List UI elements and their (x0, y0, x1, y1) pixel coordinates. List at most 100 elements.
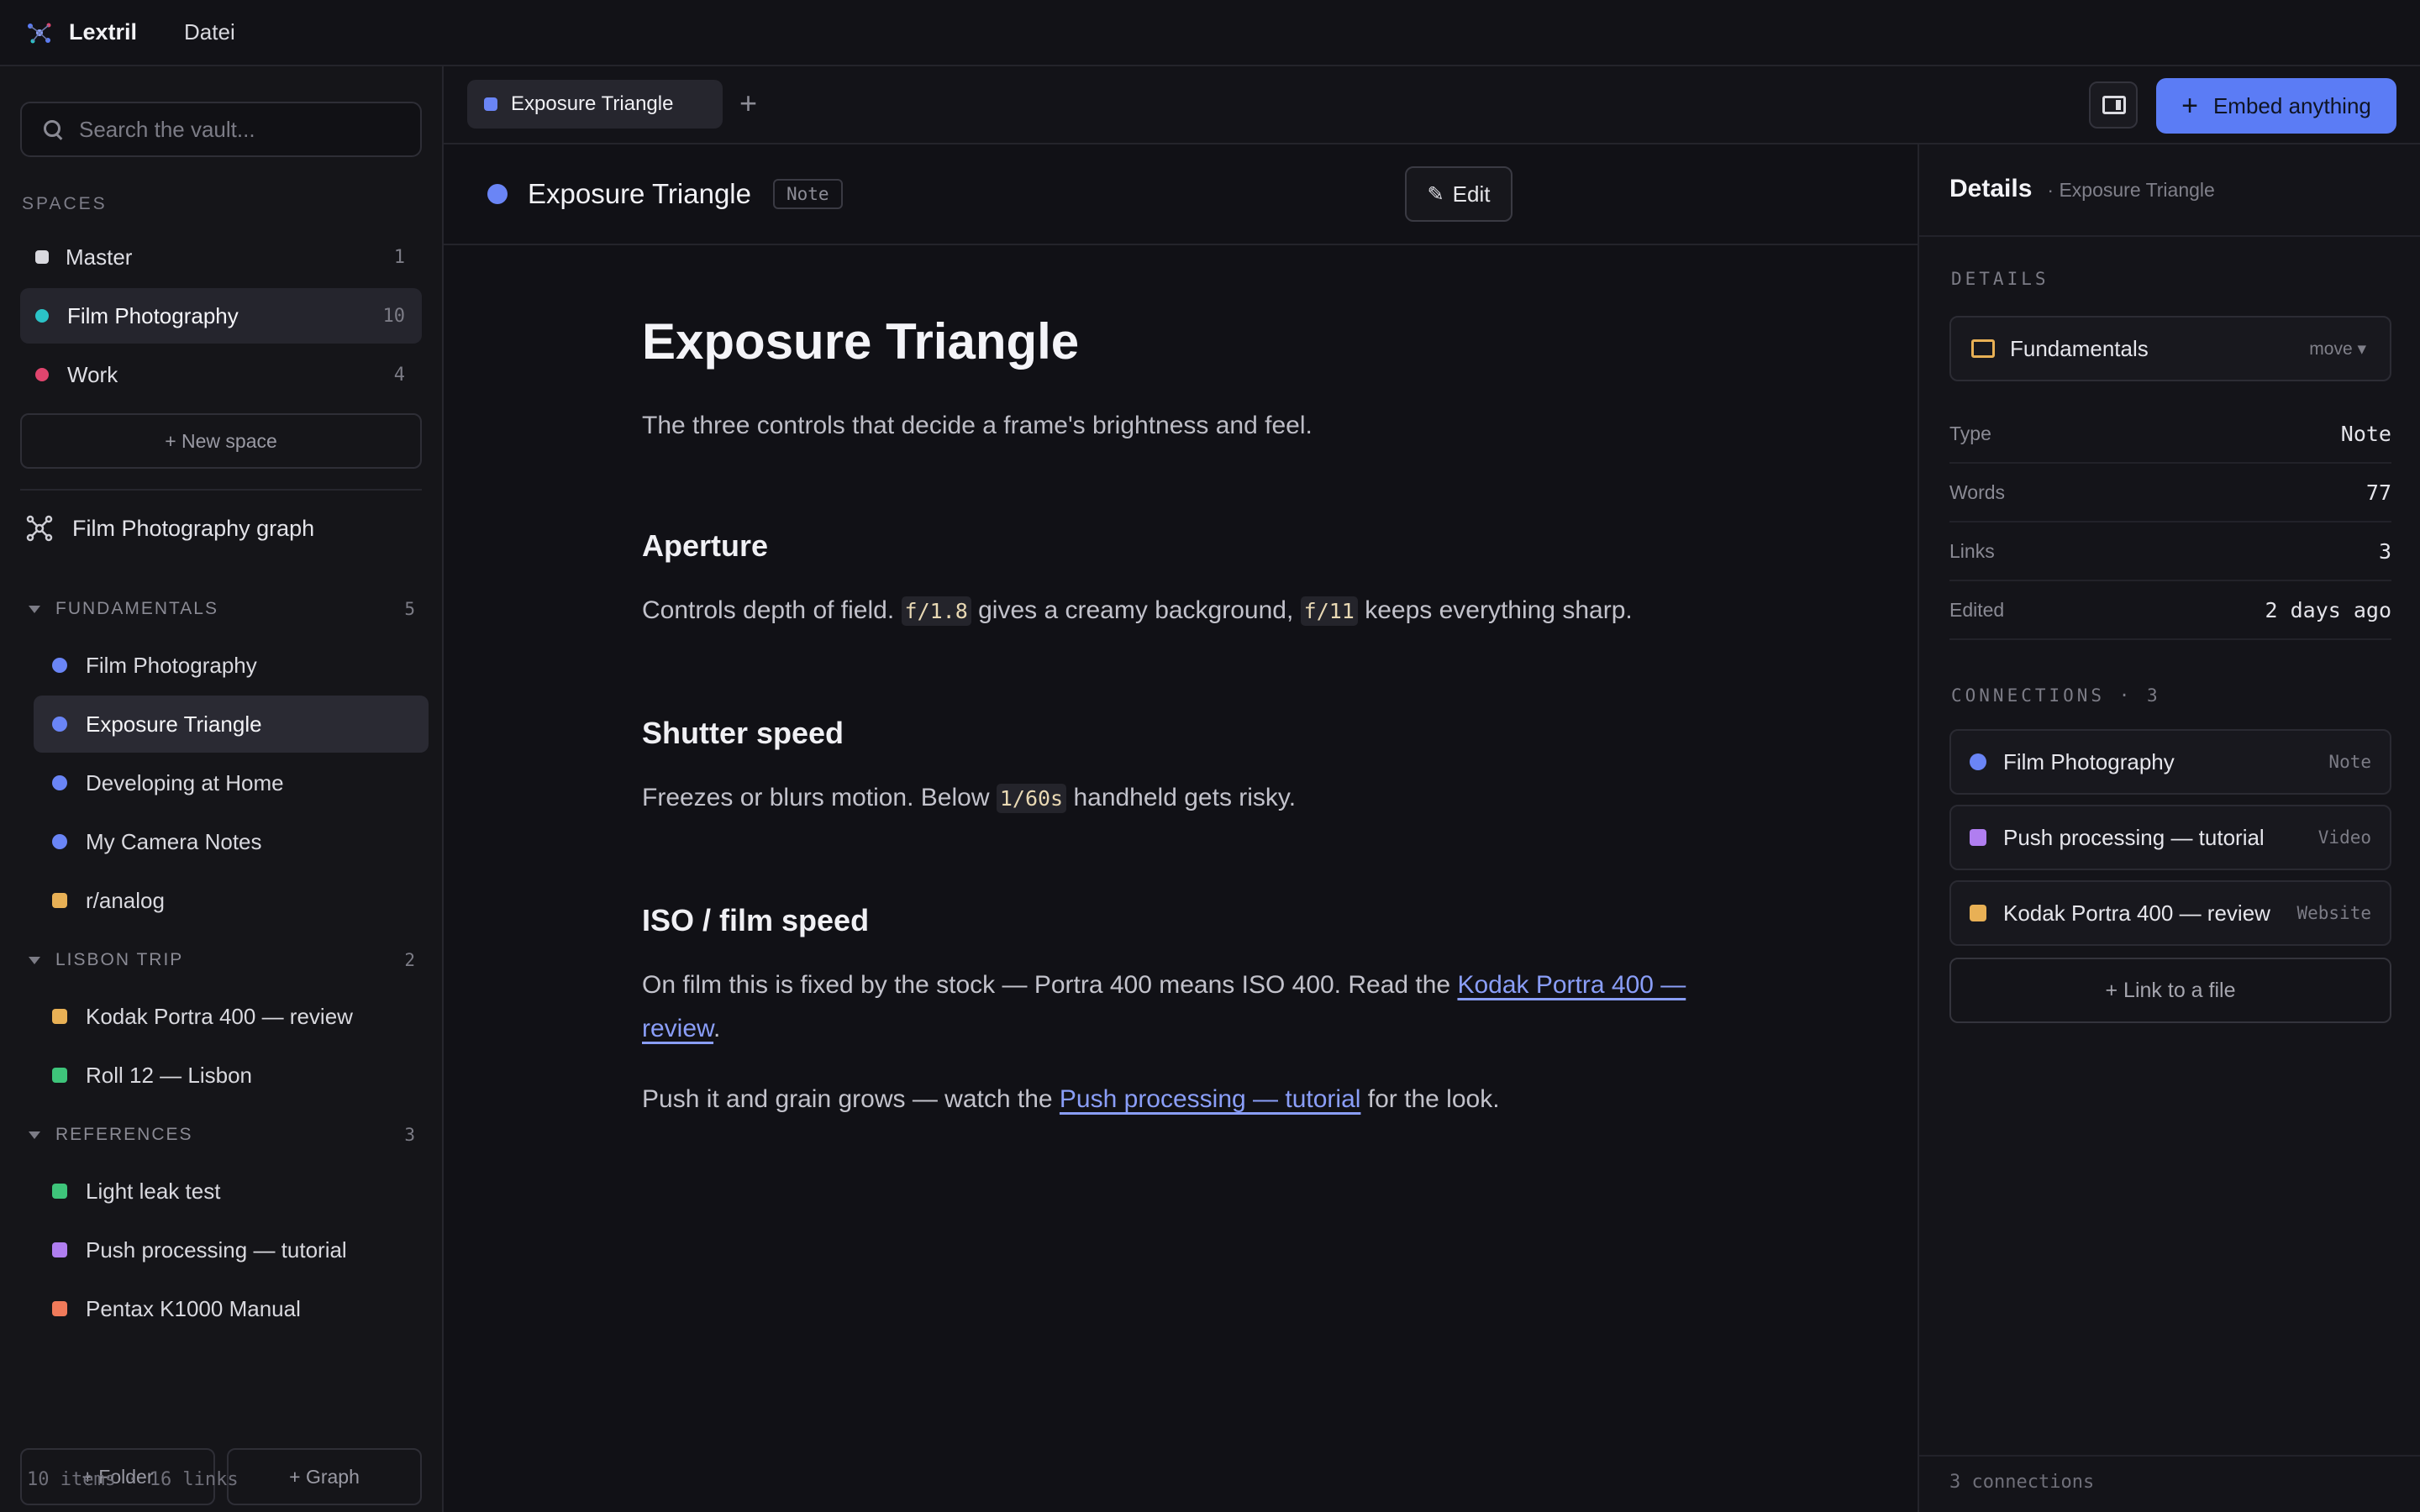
tree-item-roll-12-lisbon[interactable]: Roll 12 — Lisbon (34, 1047, 429, 1104)
edit-button[interactable]: ✎ Edit (1405, 166, 1512, 222)
video-square-icon (52, 1242, 67, 1257)
space-label: Master (66, 244, 133, 270)
website-square-icon (52, 893, 67, 908)
search-input[interactable] (79, 116, 415, 143)
space-count: 4 (393, 364, 405, 386)
note-title: Exposure Triangle (528, 178, 751, 209)
tree-item-pentax-k1000-manual[interactable]: Pentax K1000 Manual (34, 1280, 429, 1337)
space-item-film-photography[interactable]: Film Photography 10 (20, 288, 422, 344)
connection-push-processing[interactable]: Push processing — tutorial Video (1949, 805, 2391, 870)
tab-exposure-triangle[interactable]: Exposure Triangle (467, 80, 723, 129)
folder-header-lisbon-trip[interactable]: LISBON TRIP 2 (29, 950, 415, 970)
text: for the look. (1360, 1085, 1500, 1113)
tree-item-my-camera-notes[interactable]: My Camera Notes (34, 813, 429, 870)
text: . (713, 1015, 721, 1042)
paragraph-push: Push it and grain grows — watch the Push… (642, 1078, 1718, 1121)
details-subtitle: · Exposure Triangle (2047, 179, 2215, 201)
folder-header-references[interactable]: REFERENCES 3 (29, 1125, 415, 1145)
folder-count: 3 (404, 1125, 415, 1145)
tree-item-label: Pentax K1000 Manual (86, 1295, 301, 1321)
pencil-icon: ✎ (1427, 182, 1444, 206)
inline-code: f/11 (1300, 596, 1358, 626)
connection-film-photography[interactable]: Film Photography Note (1949, 729, 2391, 795)
connection-type: Note (2328, 752, 2371, 772)
folder-header-fundamentals[interactable]: FUNDAMENTALS 5 (29, 599, 415, 619)
text: keeps everything sharp. (1357, 596, 1633, 624)
tree-item-r-analog[interactable]: r/analog (34, 872, 429, 929)
divider (20, 489, 422, 491)
tree-item-kodak-portra-review[interactable]: Kodak Portra 400 — review (34, 988, 429, 1045)
text: Push it and grain grows — watch the (642, 1085, 1060, 1113)
folder-label: LISBON TRIP (55, 950, 184, 969)
sidebar-panel-icon (2102, 96, 2126, 114)
folder-location-card[interactable]: Fundamentals move ▾ (1949, 316, 2391, 381)
heading-iso: ISO / film speed (642, 903, 870, 937)
tree-item-exposure-triangle[interactable]: Exposure Triangle (34, 696, 429, 753)
tree-item-label: Exposure Triangle (86, 711, 262, 737)
edit-label: Edit (1452, 181, 1491, 207)
details-title: Details (1949, 175, 2033, 202)
tree-item-light-leak-test[interactable]: Light leak test (34, 1163, 429, 1220)
lextril-logo-icon (25, 18, 54, 47)
paragraph-aperture: Controls depth of field. f/1.8 gives a c… (642, 589, 1718, 633)
connection-type: Video (2317, 827, 2371, 848)
space-item-master[interactable]: Master 1 (20, 229, 422, 285)
new-tab-plus-icon[interactable]: + (739, 83, 757, 123)
add-graph-button[interactable]: + Graph (227, 1448, 422, 1505)
doc-title: Exposure Triangle (642, 313, 1080, 370)
tree-item-film-photography[interactable]: Film Photography (34, 637, 429, 694)
details-panel: Details · Exposure Triangle DETAILS Fund… (1918, 144, 2420, 1512)
link-to-file-button[interactable]: + Link to a file (1949, 958, 2391, 1023)
tree-item-label: Light leak test (86, 1178, 221, 1204)
text: handheld gets risky. (1066, 784, 1297, 811)
note-dot-icon (52, 658, 67, 673)
connections-section-label: CONNECTIONS · 3 (1951, 685, 2161, 706)
video-square-icon (1970, 829, 1986, 846)
folder-count: 5 (404, 599, 415, 619)
tree-item-label: My Camera Notes (86, 828, 262, 854)
folder-label: FUNDAMENTALS (55, 599, 218, 618)
doc-lead: The three controls that decide a frame's… (642, 412, 1313, 439)
chevron-down-icon (29, 1131, 40, 1139)
note-dot-icon (1970, 753, 1986, 770)
search-icon (42, 118, 64, 140)
brand: Lextril (25, 18, 137, 47)
graph-link[interactable]: Film Photography graph (25, 514, 314, 543)
note-dot-icon (52, 775, 67, 790)
folder-count: 2 (404, 950, 415, 970)
space-label: Work (67, 361, 118, 387)
sidebar-status: 10 items · 16 links (27, 1469, 239, 1490)
connection-label: Kodak Portra 400 — review (2003, 900, 2270, 926)
property-value: 2 days ago (2265, 597, 2391, 622)
menu-datei[interactable]: Datei (184, 19, 235, 45)
property-value: Note (2340, 421, 2391, 446)
tree-item-label: Film Photography (86, 652, 257, 678)
details-section-label: DETAILS (1951, 269, 2049, 289)
property-value: 3 (2378, 538, 2391, 564)
link-push-processing-tutorial[interactable]: Push processing — tutorial (1060, 1085, 1361, 1113)
search-box[interactable] (20, 102, 422, 157)
tree-item-label: Developing at Home (86, 769, 284, 795)
property-key: Type (1949, 422, 1991, 444)
tree-item-label: Kodak Portra 400 — review (86, 1003, 353, 1029)
new-space-button[interactable]: + New space (20, 413, 422, 469)
move-dropdown[interactable]: move ▾ (2309, 339, 2366, 360)
note-header: Exposure Triangle Note ✎ Edit (444, 144, 1918, 245)
sidebar: SPACES Master 1 Film Photography 10 Work… (0, 66, 444, 1512)
space-item-work[interactable]: Work 4 (20, 347, 422, 402)
note-dot-icon (52, 717, 67, 732)
property-key: Links (1949, 539, 1995, 562)
note-dot-icon (487, 184, 508, 204)
tab-bar: Exposure Triangle + + Embed anything (444, 66, 2420, 144)
toggle-panel-button[interactable] (2089, 81, 2138, 129)
graph-label: Film Photography graph (72, 515, 315, 541)
tree-item-developing-at-home[interactable]: Developing at Home (34, 754, 429, 811)
tree-item-push-processing-tutorial[interactable]: Push processing — tutorial (34, 1221, 429, 1278)
graph-icon (25, 514, 54, 543)
note-type-badge: Note (772, 179, 843, 209)
property-row-type: Type Note (1949, 405, 2391, 464)
connection-type: Website (2296, 903, 2371, 923)
embed-anything-button[interactable]: + Embed anything (2156, 78, 2396, 134)
heading-shutter-speed: Shutter speed (642, 716, 844, 750)
connection-kodak-portra[interactable]: Kodak Portra 400 — review Website (1949, 880, 2391, 946)
